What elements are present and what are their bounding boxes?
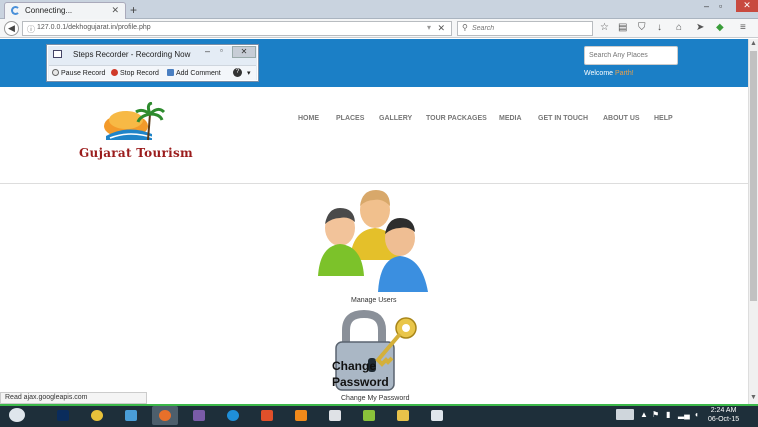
nav-about-us[interactable]: ABOUT US	[603, 115, 640, 122]
steps-recorder-app-icon	[53, 50, 62, 58]
internet-explorer-icon[interactable]	[220, 406, 246, 425]
tab-title: Connecting...	[25, 6, 73, 15]
bookmark-star-icon[interactable]: ☆	[600, 22, 609, 33]
add-comment-label: Add Comment	[176, 70, 221, 77]
change-password-icon-line2: Password	[332, 375, 389, 389]
help-dropdown-icon[interactable]: ▾	[247, 69, 251, 77]
media-player-icon[interactable]	[186, 406, 212, 425]
file-explorer-icon[interactable]	[118, 406, 144, 425]
minimize-window-icon[interactable]: –	[704, 1, 709, 11]
browser-tab[interactable]: Connecting... ✕	[4, 2, 126, 19]
nav-places[interactable]: PLACES	[336, 115, 364, 122]
notepad-plus-icon[interactable]	[356, 406, 382, 425]
pause-icon	[52, 69, 59, 76]
recorder-minimize-icon[interactable]: –	[205, 46, 210, 56]
site-search-input[interactable]	[585, 47, 677, 64]
site-logo-text[interactable]: Gujarat Tourism	[79, 146, 193, 160]
scroll-down-icon[interactable]: ▼	[750, 394, 757, 401]
page-scrollbar[interactable]: ▲ ▼	[748, 39, 758, 404]
extension-icon[interactable]: ◆	[716, 22, 724, 33]
network-icon[interactable]: ▮	[666, 410, 670, 419]
status-bar: Read ajax.googleapis.com	[0, 392, 147, 404]
volume-icon[interactable]: ◖	[694, 410, 699, 419]
flag-icon[interactable]: ⚑	[652, 410, 659, 419]
search-icon: ⚲	[462, 23, 468, 32]
chrome-icon[interactable]	[84, 406, 110, 425]
send-icon[interactable]: ➤	[696, 22, 704, 33]
gujarat-tourism-logo[interactable]	[100, 101, 170, 146]
calculator-icon[interactable]	[322, 406, 348, 425]
download-icon[interactable]: ↓	[657, 22, 662, 33]
close-window-icon[interactable]: ✕	[736, 0, 758, 12]
photoshop-icon[interactable]	[50, 406, 76, 425]
recorder-maximize-icon[interactable]: ▫	[220, 46, 223, 55]
folder-icon[interactable]	[390, 406, 416, 425]
pause-record-label: Pause Record	[61, 70, 106, 77]
steps-recorder-window[interactable]: Steps Recorder - Recording Now – ▫ ✕ Pau…	[46, 44, 259, 82]
change-password-icon[interactable]: Change Password	[330, 309, 422, 396]
home-icon[interactable]: ⌂	[676, 22, 682, 33]
steps-recorder-taskbar-icon[interactable]	[424, 406, 450, 425]
menu-icon[interactable]: ≡	[740, 22, 746, 33]
recorder-close-icon[interactable]: ✕	[232, 46, 256, 58]
system-clock[interactable]: 2:24 AM 06-Oct-15	[708, 406, 739, 424]
loading-icon	[11, 6, 20, 15]
app-icon[interactable]	[254, 406, 280, 425]
change-password-label[interactable]: Change My Password	[341, 395, 409, 402]
show-hidden-icons-icon[interactable]: ▲	[640, 410, 648, 419]
back-button[interactable]: ◀	[4, 21, 19, 36]
welcome-username: Parth!	[615, 70, 634, 77]
scroll-up-icon[interactable]: ▲	[750, 40, 757, 47]
nav-help[interactable]: HELP	[654, 115, 673, 122]
welcome-label: Welcome	[584, 70, 614, 77]
nav-get-in-touch[interactable]: GET IN TOUCH	[538, 115, 588, 122]
recorder-toolbar: Pause Record Stop Record Add Comment ? ▾	[49, 65, 256, 80]
manage-users-label[interactable]: Manage Users	[351, 297, 397, 304]
keyboard-icon[interactable]	[616, 409, 634, 420]
nav-gallery[interactable]: GALLERY	[379, 115, 412, 122]
new-tab-button[interactable]: +	[130, 3, 137, 17]
address-bar[interactable]: ⓘ 127.0.0.1/dekhogujarat.in/profile.php …	[22, 21, 452, 36]
clock-time: 2:24 AM	[710, 407, 737, 414]
nav-media[interactable]: MEDIA	[499, 115, 522, 122]
scrollbar-thumb[interactable]	[750, 51, 757, 301]
manage-users-icon[interactable]	[318, 188, 432, 298]
clock-date: 06-Oct-15	[708, 416, 740, 423]
history-dropdown-icon[interactable]: ▾	[427, 23, 431, 32]
nav-home[interactable]: HOME	[298, 115, 319, 122]
stop-icon	[111, 69, 118, 76]
start-button[interactable]	[4, 406, 30, 425]
add-comment-button[interactable]: Add Comment	[167, 69, 221, 77]
nav-tour-packages[interactable]: TOUR PACKAGES	[426, 115, 487, 122]
site-info-icon[interactable]: ⓘ	[27, 24, 35, 35]
maximize-window-icon[interactable]: ▫	[719, 1, 722, 11]
address-url: 127.0.0.1/dekhogujarat.in/profile.php	[37, 24, 151, 31]
welcome-message: Welcome Parth!	[584, 70, 634, 77]
stop-loading-icon[interactable]: ✕	[437, 23, 445, 34]
vlc-icon[interactable]	[288, 406, 314, 425]
stop-record-button[interactable]: Stop Record	[111, 69, 159, 77]
pause-record-button[interactable]: Pause Record	[52, 69, 105, 77]
comment-icon	[167, 69, 174, 76]
browser-search-bar[interactable]: ⚲	[457, 21, 593, 36]
site-search-box[interactable]	[584, 46, 678, 65]
help-icon[interactable]: ?	[233, 68, 242, 77]
reading-list-icon[interactable]: ▤	[618, 22, 627, 33]
stop-record-label: Stop Record	[120, 70, 159, 77]
signal-icon[interactable]: ▂▄	[678, 410, 690, 419]
close-tab-icon[interactable]: ✕	[111, 5, 119, 16]
change-password-icon-line1: Change	[332, 359, 376, 373]
steps-recorder-title: Steps Recorder - Recording Now	[73, 50, 191, 59]
firefox-icon[interactable]	[152, 406, 178, 425]
browser-search-input[interactable]	[472, 23, 590, 34]
pocket-icon[interactable]: ⛉	[638, 22, 646, 33]
